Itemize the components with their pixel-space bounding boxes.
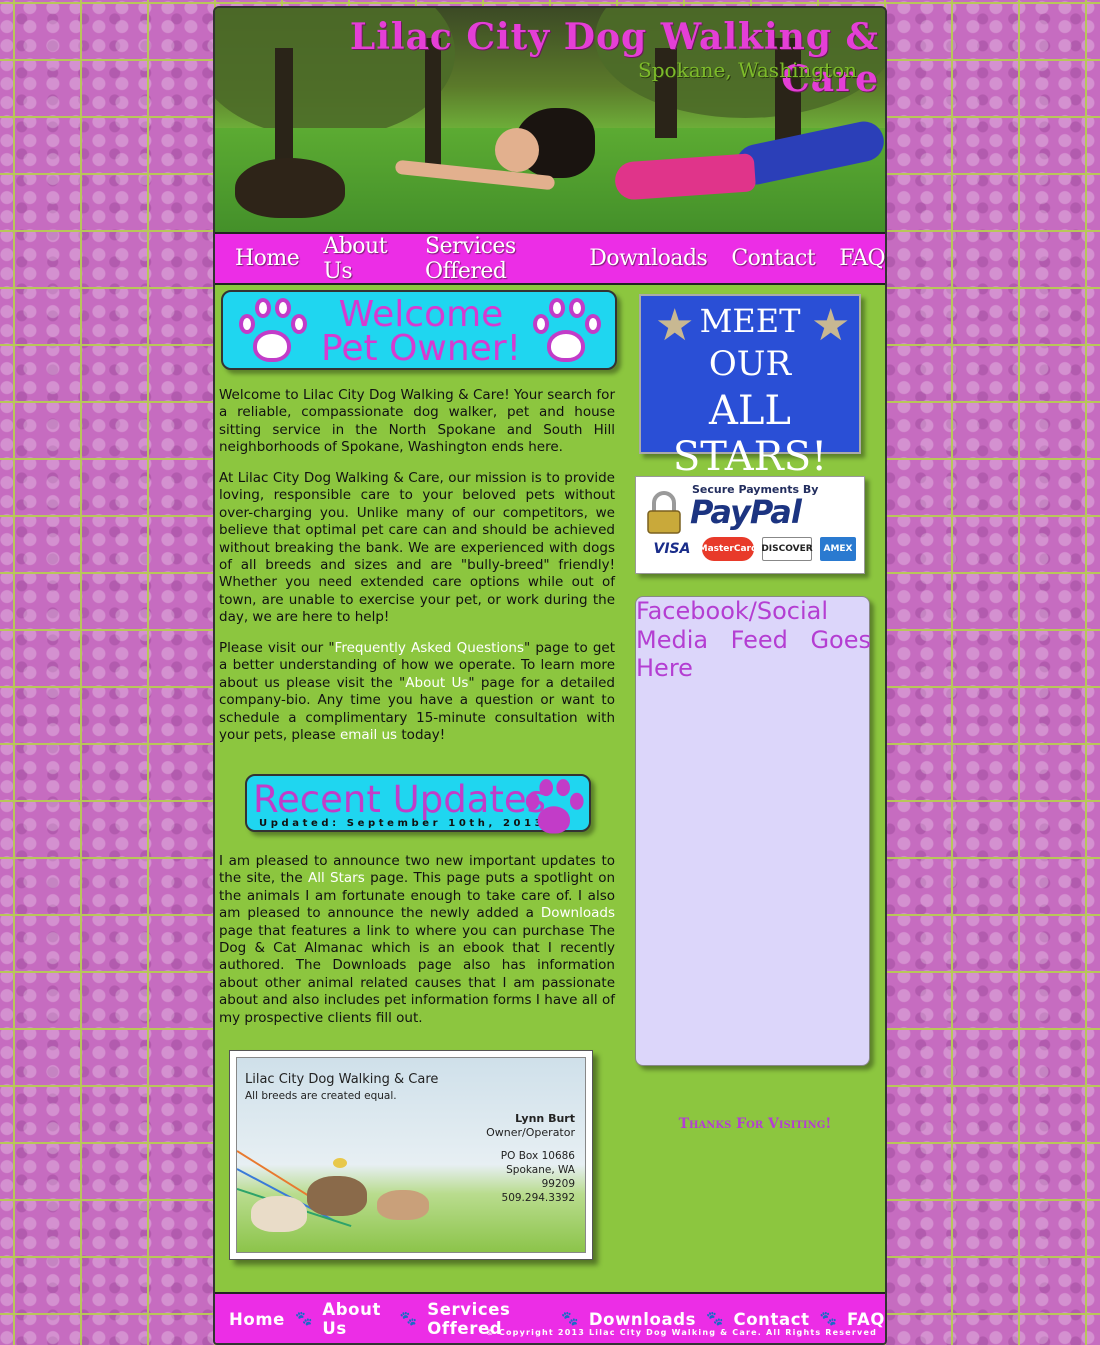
nav-home[interactable]: Home: [235, 246, 300, 271]
meet-our-all-stars-button[interactable]: ★ ★ MEET OUR ALL STARS!: [639, 294, 861, 480]
card-owner-role: Owner/Operator: [486, 1126, 575, 1139]
card-phone: 509.294.3392: [501, 1192, 575, 1204]
person-head: [495, 128, 539, 172]
nav-downloads[interactable]: Downloads: [589, 246, 708, 271]
updates-paragraph: I am pleased to announce two new importa…: [219, 853, 615, 1027]
recent-updates-banner: Recent Updates Updated: September 10th, …: [245, 774, 591, 834]
recent-updates-title: Recent Updates: [253, 778, 546, 821]
footer-nav-downloads[interactable]: Downloads: [589, 1310, 696, 1329]
email-us-link[interactable]: email us: [340, 727, 397, 743]
paypal-badge[interactable]: Secure Payments By PayPal VISA MasterCar…: [635, 476, 865, 574]
paw-icon: [522, 777, 584, 838]
card-zip: 99209: [541, 1178, 575, 1190]
allstars-line-3: ALL STARS!: [672, 388, 828, 480]
downloads-link[interactable]: Downloads: [541, 905, 615, 921]
updated-date: Updated: September 10th, 2013: [259, 818, 546, 829]
footer: Home 🐾 About Us 🐾 Services Offered 🐾 Dow…: [215, 1292, 885, 1343]
discover-icon: DISCOVER: [761, 537, 813, 561]
footer-nav-contact[interactable]: Contact: [733, 1310, 809, 1329]
card-owner-name: Lynn Burt: [515, 1112, 575, 1125]
business-card-face: Lilac City Dog Walking & Care All breeds…: [236, 1057, 586, 1253]
footer-nav-about-us[interactable]: About Us: [322, 1300, 389, 1338]
paw-icon: [529, 296, 601, 368]
footer-nav-faq[interactable]: FAQ: [847, 1310, 885, 1329]
thanks-for-visiting: Thanks For Visiting!: [678, 1116, 832, 1132]
card-address-1: PO Box 10686: [500, 1150, 575, 1162]
business-card: Lilac City Dog Walking & Care All breeds…: [229, 1050, 593, 1260]
text: today!: [397, 727, 446, 744]
dog-illustration: [307, 1176, 367, 1216]
all-stars-link[interactable]: All Stars: [308, 870, 365, 886]
dog-illustration: [377, 1190, 429, 1220]
text: Please visit our ": [219, 640, 335, 656]
intro-paragraph-2: At Lilac City Dog Walking & Care, our mi…: [219, 470, 615, 626]
paw-icon: 🐾: [399, 1311, 418, 1327]
nav-about-us[interactable]: About Us: [323, 234, 401, 284]
paypal-logo: PayPal: [690, 493, 802, 531]
footer-nav-home[interactable]: Home: [229, 1310, 285, 1329]
card-tagline: All breeds are created equal.: [245, 1090, 397, 1102]
page-container: Lilac City Dog Walking & Care Spokane, W…: [213, 6, 887, 1345]
amex-icon: AMEX: [820, 537, 856, 561]
lock-icon: [647, 491, 681, 534]
paw-icon: 🐾: [819, 1311, 838, 1327]
bee-icon: [333, 1158, 347, 1168]
social-feed-placeholder: Facebook/Social Media Feed Goes Here: [636, 597, 871, 682]
header-banner: Lilac City Dog Walking & Care Spokane, W…: [215, 8, 885, 232]
intro-paragraph-1: Welcome to Lilac City Dog Walking & Care…: [219, 387, 615, 456]
allstars-line-2: OUR: [708, 344, 792, 384]
mastercard-icon: MasterCard: [699, 537, 757, 561]
welcome-banner: Welcome Pet Owner!: [221, 290, 617, 370]
dog-illustration: [251, 1196, 307, 1232]
about-us-link[interactable]: About Us: [405, 675, 468, 691]
text: page that features a link to where you c…: [219, 922, 615, 1026]
visa-icon: VISA: [644, 537, 700, 561]
copyright: © Copyright 2013 Lilac City Dog Walking …: [485, 1328, 877, 1337]
card-address-2: Spokane, WA: [506, 1164, 575, 1176]
faq-link[interactable]: Frequently Asked Questions: [335, 640, 524, 656]
site-subtitle: Spokane, Washington: [638, 58, 857, 82]
paw-icon: 🐾: [294, 1311, 313, 1327]
top-nav: Home About Us Services Offered Downloads…: [215, 232, 885, 285]
header-dog: [235, 158, 345, 218]
nav-services-offered[interactable]: Services Offered: [425, 234, 565, 284]
intro-paragraph-3: Please visit our "Frequently Asked Quest…: [219, 640, 615, 744]
paw-icon: 🐾: [561, 1311, 579, 1327]
allstars-line-1: MEET: [699, 302, 801, 340]
nav-faq[interactable]: FAQ: [839, 246, 885, 271]
paw-icon: 🐾: [706, 1311, 724, 1327]
social-media-feed: Facebook/Social Media Feed Goes Here: [635, 596, 871, 1066]
card-company: Lilac City Dog Walking & Care: [245, 1072, 439, 1087]
nav-contact[interactable]: Contact: [731, 246, 815, 271]
